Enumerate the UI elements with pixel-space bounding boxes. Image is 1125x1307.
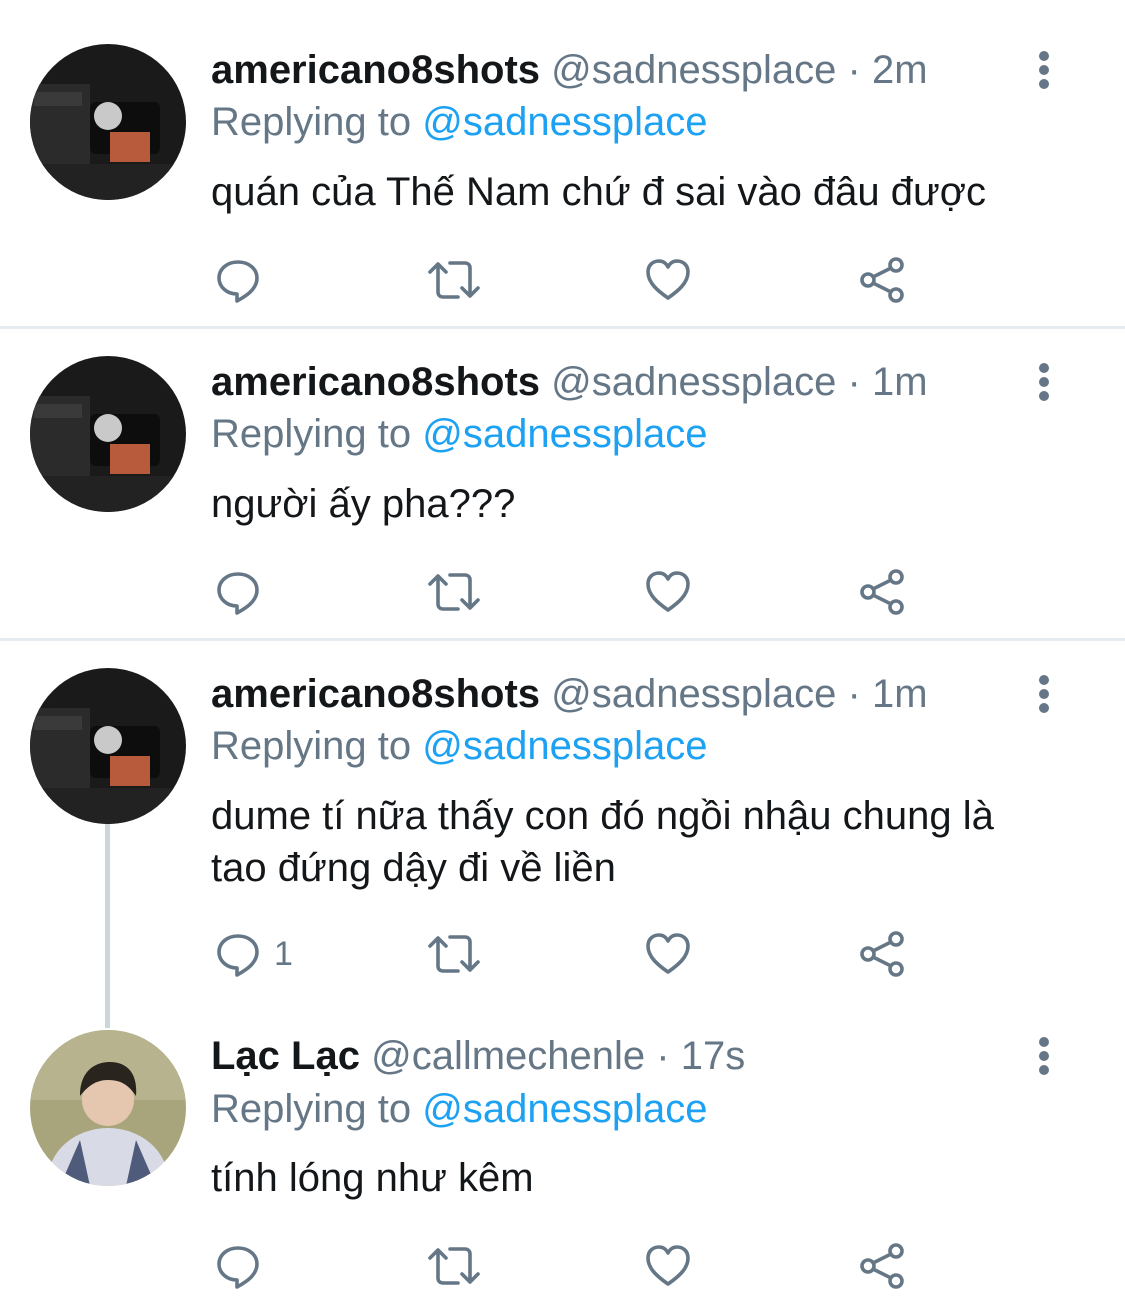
mention-link[interactable]: @sadnessplace bbox=[422, 1087, 707, 1131]
share-icon bbox=[858, 930, 906, 978]
display-name[interactable]: Lạc Lạc bbox=[211, 1034, 360, 1078]
like-icon bbox=[644, 568, 692, 616]
share-button[interactable] bbox=[858, 566, 906, 618]
like-button[interactable] bbox=[644, 566, 692, 618]
like-icon bbox=[644, 256, 692, 304]
username[interactable]: @sadnessplace bbox=[551, 48, 836, 92]
separator: · bbox=[656, 1034, 670, 1078]
action-bar bbox=[0, 566, 1125, 618]
retweet-icon bbox=[426, 256, 482, 304]
tweet-header: americano8shots @sadnessplace · 1m bbox=[211, 668, 928, 720]
retweet-icon bbox=[426, 930, 482, 978]
timestamp[interactable]: 2m bbox=[872, 48, 928, 92]
replying-to-label: Replying to bbox=[211, 1087, 412, 1131]
avatar[interactable] bbox=[30, 44, 186, 200]
display-name[interactable]: americano8shots bbox=[211, 360, 540, 404]
divider bbox=[0, 326, 1125, 329]
tweet-text: người ấy pha??? bbox=[211, 482, 516, 526]
display-name[interactable]: americano8shots bbox=[211, 48, 540, 92]
separator: · bbox=[847, 48, 861, 92]
username[interactable]: @sadnessplace bbox=[551, 672, 836, 716]
reply-icon bbox=[214, 930, 262, 978]
reply-icon bbox=[214, 568, 262, 616]
replying-to: Replying to @sadnessplace bbox=[211, 96, 707, 148]
replying-to-label: Replying to bbox=[211, 100, 412, 144]
retweet-button[interactable] bbox=[426, 254, 482, 306]
reply-button[interactable] bbox=[214, 566, 274, 618]
share-icon bbox=[858, 256, 906, 304]
retweet-button[interactable] bbox=[426, 566, 482, 618]
reply-button[interactable]: 1 bbox=[214, 928, 293, 980]
tweet-text: dume tí nữa thấy con đó ngồi nhậu chung … bbox=[211, 794, 994, 890]
more-vertical-icon[interactable] bbox=[1030, 50, 1058, 90]
like-button[interactable] bbox=[644, 928, 692, 980]
share-button[interactable] bbox=[858, 928, 906, 980]
timestamp[interactable]: 17s bbox=[681, 1034, 746, 1078]
share-icon bbox=[858, 568, 906, 616]
tweet[interactable]: Lạc Lạc @callmechenle · 17s Replying to … bbox=[0, 1004, 1125, 1307]
avatar[interactable] bbox=[30, 668, 186, 824]
tweet[interactable]: americano8shots @sadnessplace · 1m Reply… bbox=[0, 330, 1125, 640]
more-vertical-icon[interactable] bbox=[1030, 1036, 1058, 1076]
retweet-button[interactable] bbox=[426, 1240, 482, 1292]
more-vertical-icon[interactable] bbox=[1030, 674, 1058, 714]
like-icon bbox=[644, 930, 692, 978]
avatar[interactable] bbox=[30, 1030, 186, 1186]
more-vertical-icon[interactable] bbox=[1030, 362, 1058, 402]
avatar[interactable] bbox=[30, 356, 186, 512]
tweet[interactable]: americano8shots @sadnessplace · 2m Reply… bbox=[0, 0, 1125, 328]
retweet-button[interactable] bbox=[426, 928, 482, 980]
like-button[interactable] bbox=[644, 254, 692, 306]
replying-to-label: Replying to bbox=[211, 412, 412, 456]
mention-link[interactable]: @sadnessplace bbox=[422, 100, 707, 144]
timestamp[interactable]: 1m bbox=[872, 360, 928, 404]
share-icon bbox=[858, 1242, 906, 1290]
share-button[interactable] bbox=[858, 254, 906, 306]
reply-icon bbox=[214, 1242, 262, 1290]
retweet-icon bbox=[426, 568, 482, 616]
tweet-header: Lạc Lạc @callmechenle · 17s bbox=[211, 1030, 745, 1082]
replying-to: Replying to @sadnessplace bbox=[211, 408, 707, 460]
username[interactable]: @sadnessplace bbox=[551, 360, 836, 404]
like-icon bbox=[644, 1242, 692, 1290]
action-bar: 1 bbox=[0, 928, 1125, 980]
retweet-icon bbox=[426, 1242, 482, 1290]
reply-button[interactable] bbox=[214, 1240, 274, 1292]
reply-count: 1 bbox=[274, 934, 293, 973]
separator: · bbox=[847, 360, 861, 404]
like-button[interactable] bbox=[644, 1240, 692, 1292]
tweet-text: tính lóng như kêm bbox=[211, 1156, 534, 1200]
replying-to: Replying to @sadnessplace bbox=[211, 1083, 707, 1135]
replying-to: Replying to @sadnessplace bbox=[211, 720, 707, 772]
username[interactable]: @callmechenle bbox=[371, 1034, 645, 1078]
mention-link[interactable]: @sadnessplace bbox=[422, 724, 707, 768]
tweet-text: quán của Thế Nam chứ đ sai vào đâu được bbox=[211, 170, 987, 214]
tweet[interactable]: americano8shots @sadnessplace · 1m Reply… bbox=[0, 642, 1125, 1012]
separator: · bbox=[847, 672, 861, 716]
action-bar bbox=[0, 1240, 1125, 1292]
tweet-header: americano8shots @sadnessplace · 2m bbox=[211, 44, 928, 96]
reply-icon bbox=[214, 256, 262, 304]
action-bar bbox=[0, 254, 1125, 306]
tweet-header: americano8shots @sadnessplace · 1m bbox=[211, 356, 928, 408]
timestamp[interactable]: 1m bbox=[872, 672, 928, 716]
share-button[interactable] bbox=[858, 1240, 906, 1292]
divider bbox=[0, 638, 1125, 641]
replying-to-label: Replying to bbox=[211, 724, 412, 768]
reply-button[interactable] bbox=[214, 254, 274, 306]
display-name[interactable]: americano8shots bbox=[211, 672, 540, 716]
mention-link[interactable]: @sadnessplace bbox=[422, 412, 707, 456]
